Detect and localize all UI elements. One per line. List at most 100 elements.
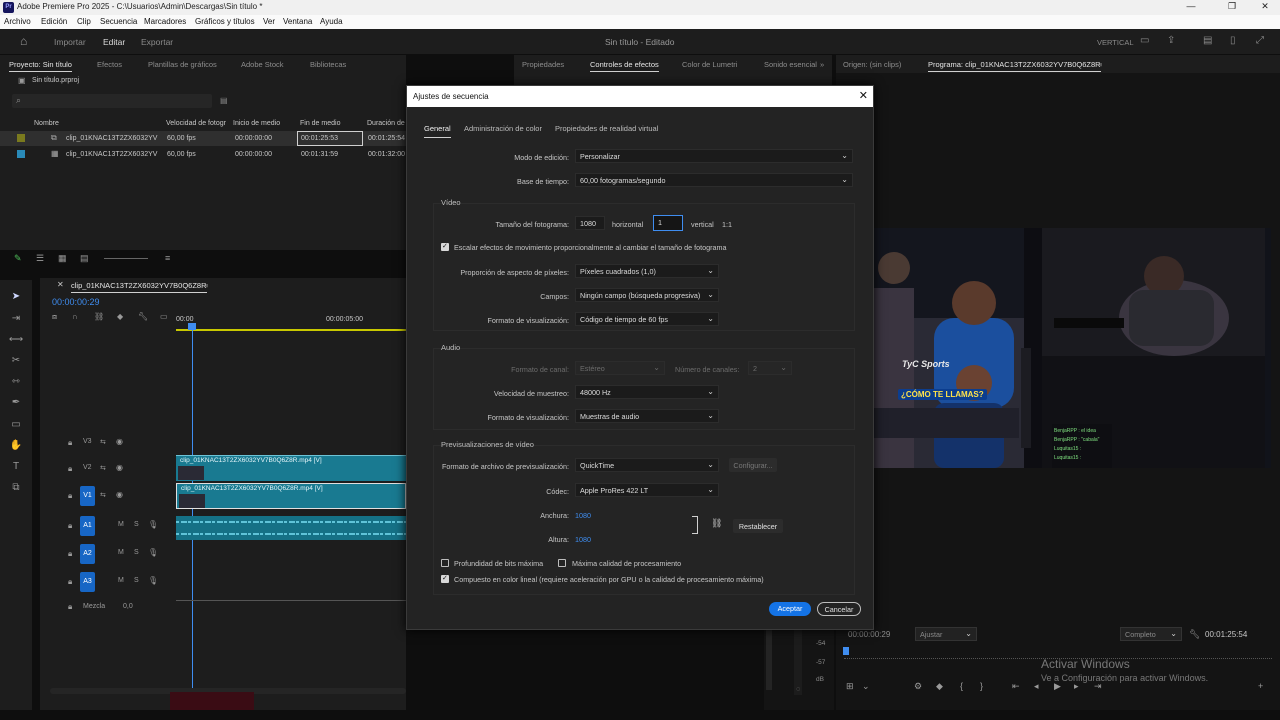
- mix-value[interactable]: 0,0: [123, 603, 133, 610]
- lock-icon[interactable]: 🔒︎: [68, 438, 72, 448]
- menu-ayuda[interactable]: Ayuda: [320, 17, 343, 26]
- type-tool-icon[interactable]: T: [8, 459, 24, 475]
- video-display-format-dropdown[interactable]: Código de tiempo de 60 fps ⌄: [575, 312, 719, 326]
- timeline-close-icon[interactable]: ✕: [57, 280, 64, 289]
- menu-graficos[interactable]: Gráficos y títulos: [195, 17, 255, 26]
- menu-archivo[interactable]: Archivo: [4, 17, 31, 26]
- tab-libraries[interactable]: Bibliotecas: [310, 60, 346, 69]
- menu-clip[interactable]: Clip: [77, 17, 91, 26]
- max-bit-depth-checkbox[interactable]: [441, 559, 449, 567]
- razor-tool-icon[interactable]: ✂: [8, 353, 24, 369]
- captions-icon[interactable]: ▭: [160, 312, 168, 321]
- sample-rate-dropdown[interactable]: 48000 Hz ⌄: [575, 385, 719, 399]
- tab-properties[interactable]: Propiedades: [522, 60, 564, 69]
- tab-source[interactable]: Origen: (sin clips): [843, 60, 901, 69]
- project-search-input[interactable]: ⌕: [12, 94, 212, 108]
- close-icon[interactable]: ✕: [1250, 1, 1280, 12]
- col-media-start[interactable]: Inicio de medio: [233, 120, 280, 127]
- tab-effect-controls[interactable]: Controles de efectos: [590, 60, 659, 72]
- cancel-button[interactable]: Cancelar: [817, 602, 861, 616]
- more-tabs-icon[interactable]: »: [820, 60, 824, 69]
- col-media-end[interactable]: Fin de medio: [300, 120, 340, 127]
- sync-lock-icon[interactable]: ⇆: [100, 438, 106, 446]
- track-target-a2[interactable]: A2: [80, 544, 95, 564]
- track-select-icon[interactable]: ⇥: [8, 311, 24, 327]
- selection-tool-icon[interactable]: ➤: [8, 289, 24, 305]
- linear-color-checkbox[interactable]: [441, 574, 449, 583]
- panel-layout-icon[interactable]: ▭: [1140, 35, 1149, 46]
- microphone-icon[interactable]: 🎙︎: [148, 520, 158, 529]
- clip-v1[interactable]: clip_01KNAC13T2ZX6032YV7B0Q6Z8R.mp4 [V]: [176, 483, 406, 509]
- mute-button[interactable]: M: [118, 549, 124, 556]
- solo-button[interactable]: S: [134, 577, 139, 584]
- eye-icon[interactable]: ◉: [116, 463, 123, 472]
- slip-tool-icon[interactable]: ⇿: [8, 374, 24, 390]
- mute-button[interactable]: M: [118, 577, 124, 584]
- playhead-handle[interactable]: [188, 323, 196, 330]
- col-name[interactable]: Nombre: [34, 120, 59, 127]
- ok-button[interactable]: Aceptar: [769, 602, 811, 616]
- scale-motion-checkbox[interactable]: [441, 242, 449, 251]
- microphone-icon[interactable]: 🎙︎: [148, 548, 158, 557]
- tab-effects[interactable]: Efectos: [97, 60, 122, 69]
- marker-icon[interactable]: ◆: [936, 681, 943, 692]
- lock-icon[interactable]: 🔒︎: [68, 464, 72, 474]
- channel-count-dropdown[interactable]: 2 ⌄: [748, 361, 792, 375]
- table-row[interactable]: ⧉ clip_01KNAC13T2ZX6032YV 60,00 fps 00:0…: [0, 131, 406, 146]
- quick-export-icon[interactable]: ▤: [1203, 35, 1212, 46]
- icon-view-icon[interactable]: ▦: [58, 253, 67, 264]
- home-icon[interactable]: ⌂: [20, 34, 34, 48]
- maximize-icon[interactable]: ❐: [1217, 1, 1247, 12]
- snap-icon[interactable]: ∩: [72, 312, 78, 321]
- editing-mode-dropdown[interactable]: Personalizar ⌄: [575, 149, 853, 163]
- timebase-dropdown[interactable]: 60,00 fotogramas/segundo ⌄: [575, 173, 853, 187]
- col-fps[interactable]: Velocidad de fotogr: [166, 120, 226, 127]
- mute-button[interactable]: M: [118, 521, 124, 528]
- frame-height-input[interactable]: 1: [653, 215, 683, 231]
- menu-edicion[interactable]: Edición: [41, 17, 67, 26]
- lock-icon[interactable]: 🔒︎: [68, 521, 72, 531]
- menu-ver[interactable]: Ver: [263, 17, 275, 26]
- bin-icon[interactable]: ▤: [220, 96, 228, 105]
- menu-secuencia[interactable]: Secuencia: [100, 17, 137, 26]
- add-marker-icon[interactable]: ◆: [117, 312, 123, 321]
- codec-dropdown[interactable]: Apple ProRes 422 LT ⌄: [575, 483, 719, 497]
- lock-icon[interactable]: 🔒︎: [68, 549, 72, 559]
- hand-tool-icon[interactable]: ✋: [8, 438, 24, 454]
- add-button-icon[interactable]: +: [1258, 681, 1263, 691]
- safe-margins-icon[interactable]: ⊞: [846, 681, 854, 692]
- fullscreen-icon[interactable]: ⤢: [1256, 35, 1264, 46]
- list-view-icon[interactable]: ☰: [36, 253, 44, 264]
- timeline-timecode[interactable]: 00:00:00:29: [52, 297, 100, 307]
- pixel-aspect-dropdown[interactable]: Píxeles cuadrados (1,0) ⌄: [575, 264, 719, 278]
- timeline-settings-icon[interactable]: 🔧︎: [138, 312, 148, 321]
- max-quality-checkbox[interactable]: [558, 559, 566, 567]
- track-target-a1[interactable]: A1: [80, 516, 95, 536]
- tab-general[interactable]: General: [424, 124, 451, 138]
- sync-lock-icon[interactable]: ⇆: [100, 491, 106, 499]
- minimize-icon[interactable]: —: [1176, 1, 1206, 11]
- linked-selection-icon[interactable]: ⛓: [94, 312, 104, 321]
- solo-meter-icon[interactable]: ◌: [796, 686, 800, 693]
- sync-lock-icon[interactable]: ⇆: [100, 464, 106, 472]
- lock-icon[interactable]: 🔒︎: [68, 491, 72, 501]
- tab-color-management[interactable]: Administración de color: [464, 124, 542, 133]
- program-timecode[interactable]: 00:00:00:29: [848, 630, 890, 639]
- timeline-menu-icon[interactable]: ≡: [204, 281, 208, 290]
- fields-dropdown[interactable]: Ningún campo (búsqueda progresiva) ⌄: [575, 288, 719, 302]
- workspace-import[interactable]: Importar: [54, 37, 86, 47]
- menu-marcadores[interactable]: Marcadores: [144, 17, 186, 26]
- ripple-edit-icon[interactable]: ⟷: [8, 332, 24, 348]
- solo-button[interactable]: S: [134, 549, 139, 556]
- nest-icon[interactable]: ⧈: [52, 312, 57, 322]
- pen-tool-icon[interactable]: ✒: [8, 395, 24, 411]
- eye-icon[interactable]: ◉: [116, 437, 123, 446]
- link-icon[interactable]: ⛓: [711, 518, 722, 529]
- pencil-icon[interactable]: ✎: [14, 253, 22, 264]
- solo-button[interactable]: S: [134, 521, 139, 528]
- lock-icon[interactable]: 🔒︎: [68, 577, 72, 587]
- label-color-swatch[interactable]: [17, 134, 25, 142]
- quality-dropdown[interactable]: Completo ⌄: [1120, 627, 1182, 641]
- rectangle-tool-icon[interactable]: ▭: [8, 417, 24, 433]
- tab-vr-properties[interactable]: Propiedades de realidad virtual: [555, 124, 658, 133]
